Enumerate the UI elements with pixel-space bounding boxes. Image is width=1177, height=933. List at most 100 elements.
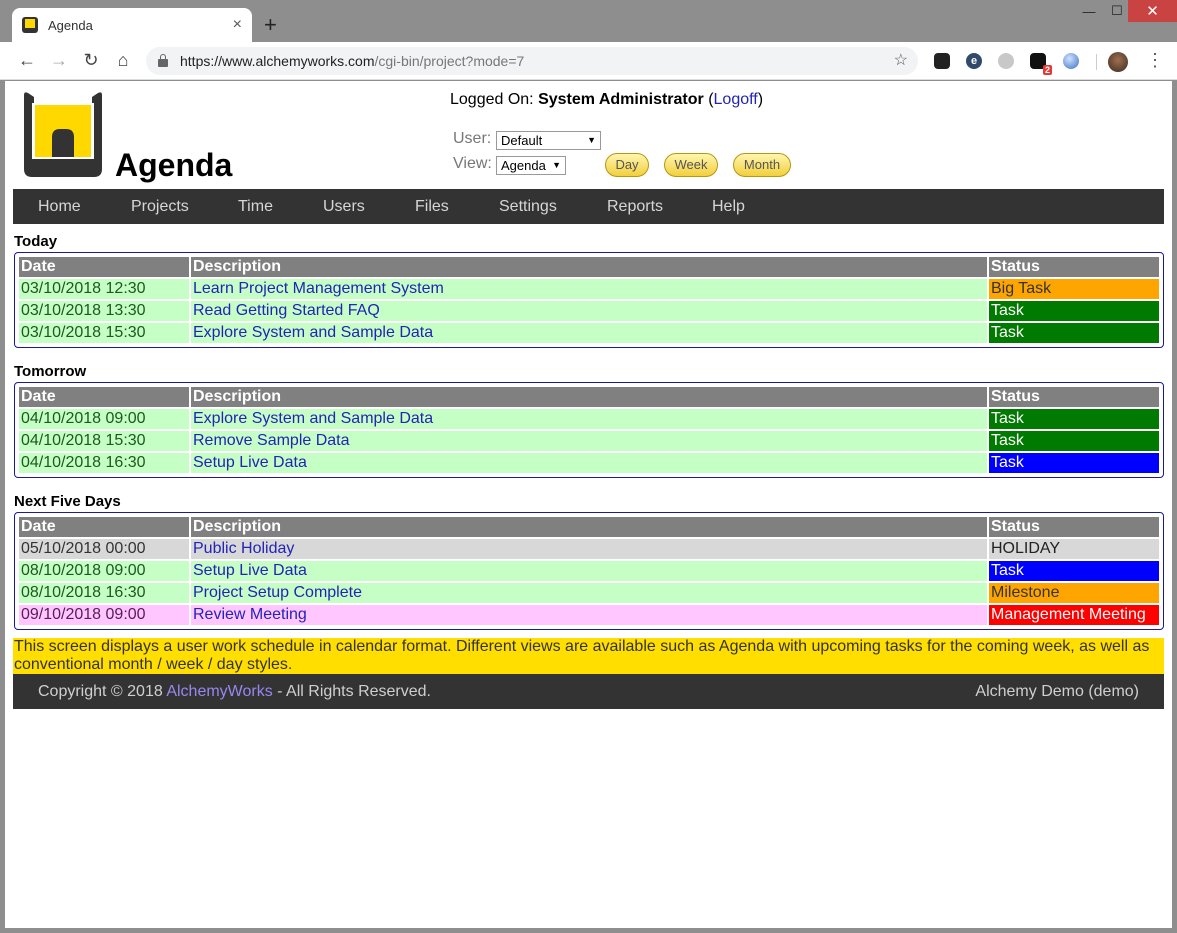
column-header-description: Description (191, 257, 987, 277)
tab-close-icon[interactable]: × (233, 16, 242, 34)
agenda-table: Date Description Status 03/10/2018 12:30 Lea… (17, 255, 1161, 345)
section-title-today: Today (14, 233, 58, 250)
user-select-value: Default (501, 133, 543, 148)
column-header-date: Date (19, 517, 189, 537)
row-description-link[interactable]: Setup Live Data (193, 562, 307, 579)
month-button[interactable]: Month (733, 153, 791, 177)
page-title: Agenda (115, 147, 233, 183)
copyright: Copyright © 2018 AlchemyWorks - All Righ… (38, 674, 431, 709)
nav-item-users[interactable]: Users (323, 189, 365, 224)
column-header-status: Status (989, 387, 1159, 407)
row-date: 08/10/2018 16:30 (19, 583, 189, 603)
browser-tab[interactable]: Agenda × (12, 8, 252, 42)
row-description-cell: Setup Live Data (191, 453, 987, 473)
row-status-badge: Task (989, 561, 1159, 581)
close-window-button[interactable]: ✕ (1128, 0, 1177, 22)
row-status-badge: Management Meeting (989, 605, 1159, 625)
url-host: https://www.alchemyworks.com (180, 53, 375, 69)
footer: Copyright © 2018 AlchemyWorks - All Righ… (13, 674, 1164, 709)
row-status-badge: HOLIDAY (989, 539, 1159, 559)
nav-item-home[interactable]: Home (38, 189, 81, 224)
row-description-link[interactable]: Explore System and Sample Data (193, 410, 433, 427)
row-date: 05/10/2018 00:00 (19, 539, 189, 559)
row-description-link[interactable]: Review Meeting (193, 606, 307, 623)
view-label: View: (453, 155, 492, 172)
row-status-badge: Task (989, 453, 1159, 473)
address-bar[interactable]: https://www.alchemyworks.com/cgi-bin/pro… (146, 47, 918, 75)
company-link[interactable]: AlchemyWorks (166, 683, 272, 700)
agenda-table-tomorrow: Date Description Status 04/10/2018 09:00 Exp… (14, 382, 1164, 478)
row-description-cell: Remove Sample Data (191, 431, 987, 451)
day-button[interactable]: Day (605, 153, 649, 177)
main-nav: Home Projects Time Users Files Settings … (13, 189, 1164, 224)
user-name: System Administrator (538, 91, 704, 108)
row-status-badge: Big Task (989, 279, 1159, 299)
login-status: Logged On: System Administrator (Logoff) (450, 91, 764, 108)
column-header-status: Status (989, 257, 1159, 277)
row-date: 03/10/2018 13:30 (19, 301, 189, 321)
row-status-badge: Task (989, 409, 1159, 429)
badge-extension-icon[interactable]: 2 (1030, 53, 1052, 75)
nav-item-time[interactable]: Time (238, 189, 273, 224)
row-description-link[interactable]: Explore System and Sample Data (193, 324, 433, 341)
bookmark-star-icon[interactable]: ☆ (894, 50, 908, 70)
table-header-row: Date Description Status (19, 257, 1159, 277)
row-description-link[interactable]: Project Setup Complete (193, 584, 362, 601)
column-header-description: Description (191, 387, 987, 407)
instance-name: Alchemy Demo (demo) (975, 683, 1139, 700)
extension-badge-count: 2 (1042, 65, 1052, 75)
url-path: /cgi-bin/project?mode=7 (374, 53, 525, 69)
week-button[interactable]: Week (664, 153, 718, 177)
row-description-link[interactable]: Setup Live Data (193, 454, 307, 471)
nav-item-projects[interactable]: Projects (131, 189, 189, 224)
dropdown-arrow-icon: ▼ (552, 160, 561, 170)
table-row: 04/10/2018 15:30 Remove Sample Data Task (19, 431, 1159, 451)
row-description-link[interactable]: Public Holiday (193, 540, 294, 557)
user-label: User: (453, 130, 492, 147)
logged-on-label: Logged On: (450, 91, 534, 108)
globe-extension-icon[interactable] (1063, 53, 1079, 69)
column-header-date: Date (19, 257, 189, 277)
view-select[interactable]: Agenda ▼ (496, 156, 566, 175)
user-select[interactable]: Default ▼ (496, 131, 601, 150)
forward-icon[interactable]: → (48, 50, 70, 71)
row-description-cell: Review Meeting (191, 605, 987, 625)
row-description-link[interactable]: Read Getting Started FAQ (193, 302, 380, 319)
logoff-link[interactable]: Logoff (714, 91, 758, 108)
row-date: 04/10/2018 15:30 (19, 431, 189, 451)
row-status-badge: Milestone (989, 583, 1159, 603)
nav-item-settings[interactable]: Settings (499, 189, 557, 224)
table-row: 08/10/2018 16:30 Project Setup Complete Mi… (19, 583, 1159, 603)
table-row: 04/10/2018 16:30 Setup Live Data Task (19, 453, 1159, 473)
row-date: 03/10/2018 12:30 (19, 279, 189, 299)
circle-extension-icon[interactable] (998, 53, 1014, 69)
browser-menu-icon[interactable]: ⋮ (1146, 50, 1164, 71)
column-header-description: Description (191, 517, 987, 537)
help-note: This screen displays a user work schedul… (13, 638, 1164, 674)
e-extension-icon[interactable]: e (966, 53, 982, 69)
nav-item-help[interactable]: Help (712, 189, 745, 224)
new-tab-button[interactable]: + (264, 12, 277, 38)
tab-title: Agenda (48, 17, 93, 33)
profile-avatar[interactable] (1108, 52, 1128, 72)
nav-item-files[interactable]: Files (415, 189, 449, 224)
row-description-link[interactable]: Learn Project Management System (193, 280, 444, 297)
table-row: 03/10/2018 12:30 Learn Project Management… (19, 279, 1159, 299)
reload-icon[interactable]: ↻ (80, 50, 102, 71)
row-date: 09/10/2018 09:00 (19, 605, 189, 625)
row-description-link[interactable]: Remove Sample Data (193, 432, 350, 449)
back-icon[interactable]: ← (16, 50, 38, 71)
blackberry-extension-icon[interactable] (934, 53, 950, 69)
copyright-suffix: - All Rights Reserved. (272, 683, 431, 700)
home-icon[interactable]: ⌂ (112, 50, 134, 71)
table-row: 03/10/2018 15:30 Explore System and Sampl… (19, 323, 1159, 343)
toolbar-divider (1096, 54, 1097, 70)
lock-icon (158, 54, 168, 67)
page: Agenda Logged On: System Administrator (… (5, 81, 1172, 928)
nav-item-reports[interactable]: Reports (607, 189, 663, 224)
row-description-cell: Learn Project Management System (191, 279, 987, 299)
section-title-next-five-days: Next Five Days (14, 493, 121, 510)
browser-toolbar: ← → ↻ ⌂ https://www.alchemyworks.com/cgi… (0, 42, 1177, 80)
agenda-table-next-five-days: Date Description Status 05/10/2018 00:00 Pub… (14, 512, 1164, 630)
agenda-table: Date Description Status 05/10/2018 00:00 Pub… (17, 515, 1161, 627)
